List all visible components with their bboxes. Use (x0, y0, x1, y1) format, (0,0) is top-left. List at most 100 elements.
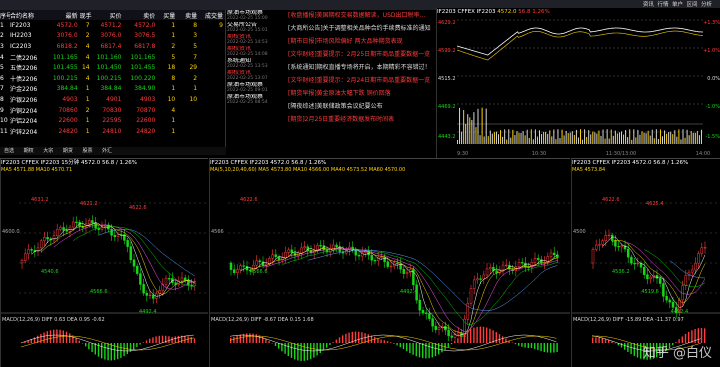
col-turnover[interactable]: 成交量 (199, 11, 225, 20)
quote-row[interactable]: 5 五债2206 101.455 14 101.450 101.455 18 29 (0, 62, 225, 73)
news-headline[interactable]: [大商所公告]关于调整相关品种合约手续费标准的通知 (288, 23, 432, 36)
volume-bar (686, 129, 688, 144)
macd-bar (498, 334, 501, 343)
volume-bar (487, 136, 489, 144)
candle-body (129, 246, 133, 261)
kline-panel-2[interactable]: IF2203 CFFEX IF2203 4572.0 56.8 / 1.26% … (209, 158, 570, 367)
quote-row[interactable]: 6 十债2206 100.215 4 100.215 100.220 8 2 (0, 73, 225, 84)
candle-body (142, 284, 145, 294)
quote-row[interactable]: 10 沪铝2204 22600 1 22595 22600 1 (0, 115, 225, 126)
macd-bar (479, 326, 481, 343)
last-price: 70860 (58, 106, 78, 114)
quote-row[interactable]: 9 沪铜2204 70860 2 70830 70870 4 (0, 105, 225, 116)
pct-label: +1.3% (703, 20, 720, 26)
bid-qty: 1 (171, 117, 176, 125)
intraday-plot[interactable]: 4629.2 +1.3% 4599.2 +1.0% 4515.2 0.0% 4469.2 -1… (437, 16, 720, 158)
macd-bar (303, 343, 305, 361)
tab-options[interactable]: 期权 (20, 147, 38, 155)
news-category-item[interactable]: 原油市场观察 2022-02-25 08:54 (227, 94, 285, 106)
bid-price: 24810 (102, 127, 122, 135)
col-name[interactable]: 合约名称 (10, 11, 50, 20)
news-headline[interactable]: [文华财经]重要提示：2月24日期市商品重要数据一览 (288, 75, 432, 88)
volume: 1 (85, 95, 90, 103)
news-category-item[interactable]: 系统通知 2022-02-25 13:53 (227, 58, 285, 70)
candle-body (437, 327, 441, 330)
col-ask-qty[interactable]: 卖量 (177, 11, 199, 20)
volume-bar (700, 129, 702, 144)
quote-row[interactable]: 1 IF2203 4572.0 7 4571.2 4572.0 1 8 9 (0, 20, 225, 31)
news-headline[interactable]: [收盘播报]美国期权交易数据解读，USD出口税率... (288, 10, 432, 23)
news-category-item[interactable]: 交易所公告 2022-02-25 15:01 (227, 22, 285, 34)
time-label: 11:30/13:00 (606, 151, 637, 157)
col-bid-qty[interactable]: 买量 (157, 11, 177, 20)
quote-row[interactable]: 2 IH2203 3076.0 2 3076.0 3076.5 1 3 (0, 31, 225, 42)
quote-row[interactable]: 4 二债2206 101.165 4 101.160 101.165 5 7 (0, 52, 225, 63)
macd-bar (104, 343, 106, 360)
news-category-item[interactable]: 期权资讯 2022-02-25 14:53 (227, 34, 285, 46)
ask-qty: 29 (189, 64, 198, 72)
macd-bar (370, 335, 373, 343)
news-headline[interactable]: [文华财经]重要提示：2月25日期市商品重要数据一览 (288, 49, 432, 62)
candle-body (476, 278, 479, 281)
tab-watchlist[interactable]: 自选 (0, 147, 18, 155)
quote-row[interactable]: 3 IC2203 6818.2 4 6817.4 6817.8 2 5 (0, 41, 225, 52)
news-category-item[interactable]: 期权资讯 2022-02-25 13:07 (227, 70, 285, 82)
volume-bar (627, 137, 629, 144)
kline-panel-3[interactable]: IF2203 CFFEX IF2203 4572.0 56.8 / 1.26% … (571, 158, 720, 367)
macd-bar (322, 343, 325, 351)
tab-forex[interactable]: 外汇 (98, 147, 116, 155)
news-category-item[interactable]: 原油市场观察 2022-02-25 09:01 (227, 82, 285, 94)
col-volume[interactable]: 现手 (80, 11, 92, 20)
news-category-item[interactable]: 原油市场观察 2022-02-25 15:00 (227, 10, 285, 22)
volume: 1 (85, 85, 90, 93)
intraday-chart[interactable]: IF2203 CFFEX IF2203 4572.0 56.8 1.26% 46… (436, 8, 720, 158)
kline-panel-1[interactable]: IF2203 CFFEX IF2203 15分钟 4572.0 56.8 / 1… (0, 158, 208, 367)
contract-name: 五债2206 (9, 65, 38, 73)
volume-bar (674, 130, 676, 144)
last-price: 101.455 (52, 64, 78, 72)
bid-price: 100.215 (96, 74, 122, 82)
candle-body (370, 254, 374, 261)
news-headline[interactable]: [期货早报]黄金原油大幅下跌 铜价回落 (288, 88, 432, 101)
volume-bar (526, 129, 528, 144)
volume-bar (625, 130, 627, 144)
row-index: 2 (0, 32, 4, 40)
kline-plot[interactable]: 4500 4622.6 4625.4 4536.2 4519.6 4492.4 MACD(1… (572, 173, 720, 361)
kline-plot[interactable]: 4566 4622.6 4566.6 4492.4 MACD(12,26,9) DIFF… (210, 173, 570, 361)
col-last[interactable]: 最新 (50, 11, 80, 20)
kline-plot[interactable]: 4600.0 4631.2 4621.2 4622.6 4540.6 4566.6 4492… (1, 173, 208, 361)
tab-stocks[interactable]: 股票 (78, 147, 96, 155)
ask-qty: 8 (193, 21, 198, 29)
row-index: 6 (0, 74, 4, 82)
news-headline[interactable]: [期市日报]市场风险偏好 两大品种期货表现 (288, 36, 432, 49)
volume-bar (682, 129, 684, 144)
bid-qty: 2 (171, 42, 176, 50)
news-headline[interactable]: [系统通知]期权直播专场将开启，本期精彩不容错过！ (288, 62, 432, 75)
quote-row[interactable]: 11 沪锌2204 24820 1 24810 24820 1 (0, 126, 225, 137)
volume-bar (536, 136, 538, 144)
news-headline[interactable]: [期货]2月25日重要经济数据发布时间表 (288, 114, 432, 127)
macd-bar (422, 343, 424, 359)
tab-futures[interactable]: 期货 (59, 147, 77, 155)
macd-bar (139, 343, 141, 345)
col-index[interactable]: 序号 (0, 11, 10, 20)
macd-bar (65, 331, 68, 343)
volume-bar (571, 131, 573, 144)
col-bid[interactable]: 买价 (92, 11, 124, 20)
tab-commodity[interactable]: 大宗 (39, 147, 57, 155)
row-index: 5 (0, 64, 4, 72)
volume: 1 (85, 127, 90, 135)
macd-bar (527, 343, 529, 348)
quote-row[interactable]: 8 沪银2206 4903 1 4901 4903 10 10 (0, 94, 225, 105)
candle-body (601, 240, 604, 245)
ask-price: 4903 (140, 95, 156, 103)
news-headline[interactable]: [隔夜综述]美联储政策会议纪要公布 (288, 101, 432, 114)
volume-bar (684, 137, 686, 144)
macd-bar (553, 343, 555, 353)
y-axis-label: 4500 (573, 229, 586, 235)
quote-row[interactable]: 7 沪金2206 384.84 1 384.84 384.90 1 1 (0, 84, 225, 95)
macd-bar (543, 343, 545, 352)
col-ask[interactable]: 卖价 (123, 11, 157, 20)
news-category-item[interactable]: 期权资讯 2022-02-25 14:08 (227, 46, 285, 58)
macd-bar (133, 343, 135, 350)
